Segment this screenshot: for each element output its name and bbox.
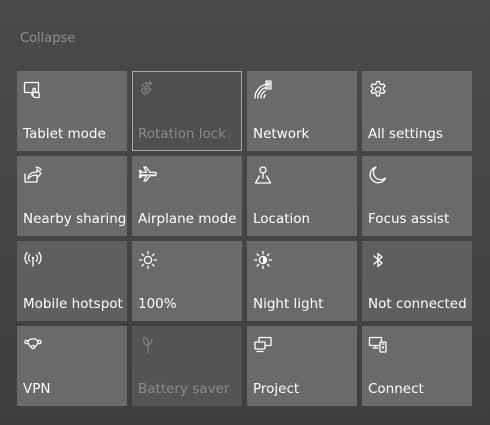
tile-label: Nearby sharing (23, 211, 127, 227)
tile-mobile-hotspot[interactable]: Mobile hotspot (17, 241, 127, 321)
tile-project[interactable]: Project (247, 326, 357, 406)
tile-location[interactable]: Location (247, 156, 357, 236)
vpn-icon (23, 335, 43, 355)
tile-label: Focus assist (368, 211, 450, 227)
tile-label: Mobile hotspot (23, 296, 123, 312)
hotspot-icon (23, 250, 43, 270)
tile-battery-saver[interactable]: Battery saver (132, 326, 242, 406)
connect-icon (368, 335, 388, 355)
battery-saver-icon (138, 335, 158, 355)
bluetooth-icon (368, 250, 388, 270)
tile-brightness[interactable]: 100% (132, 241, 242, 321)
tile-nearby-sharing[interactable]: Nearby sharing (17, 156, 127, 236)
night-light-icon (253, 250, 273, 270)
tile-label: Network (253, 126, 310, 142)
tile-label: Rotation lock (138, 126, 227, 142)
location-icon (253, 165, 273, 185)
tile-night-light[interactable]: Night light (247, 241, 357, 321)
brightness-icon (138, 250, 158, 270)
network-icon (253, 80, 273, 100)
moon-icon (368, 165, 388, 185)
tile-network[interactable]: Network (247, 71, 357, 151)
tablet-mode-icon (23, 80, 43, 100)
tile-label: Tablet mode (23, 126, 106, 142)
action-center-panel: Collapse Tablet mode Rotation lock Netwo… (0, 0, 490, 425)
tile-label: Battery saver (138, 381, 230, 397)
tile-label: Location (253, 211, 311, 227)
tile-label: Project (253, 381, 300, 397)
tile-connect[interactable]: Connect (362, 326, 472, 406)
collapse-button[interactable]: Collapse (20, 31, 75, 46)
tile-airplane-mode[interactable]: Airplane mode (132, 156, 242, 236)
tile-label: VPN (23, 381, 51, 397)
tile-label: Airplane mode (138, 211, 237, 227)
tile-label: Night light (253, 296, 324, 312)
gear-icon (368, 80, 388, 100)
tile-label: 100% (138, 296, 177, 312)
tile-rotation-lock[interactable]: Rotation lock (132, 71, 242, 151)
quick-actions-grid: Tablet mode Rotation lock Network All se… (17, 71, 474, 407)
tile-label: Connect (368, 381, 424, 397)
tile-tablet-mode[interactable]: Tablet mode (17, 71, 127, 151)
rotation-lock-icon (138, 80, 158, 100)
tile-focus-assist[interactable]: Focus assist (362, 156, 472, 236)
tile-label: All settings (368, 126, 443, 142)
nearby-sharing-icon (23, 165, 43, 185)
tile-all-settings[interactable]: All settings (362, 71, 472, 151)
tile-bluetooth[interactable]: Not connected (362, 241, 472, 321)
tile-label: Not connected (368, 296, 467, 312)
project-icon (253, 335, 273, 355)
tile-vpn[interactable]: VPN (17, 326, 127, 406)
airplane-icon (138, 165, 158, 185)
